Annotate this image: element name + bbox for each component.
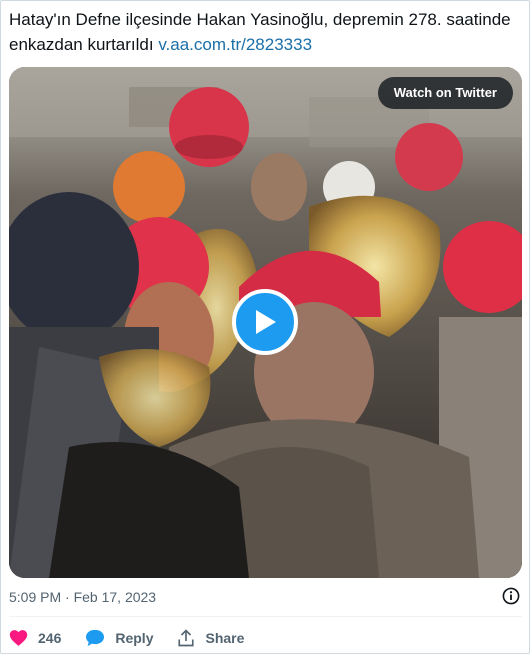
tweet-actions: 246 Reply Share — [9, 627, 268, 649]
info-icon[interactable] — [502, 587, 520, 605]
share-button[interactable]: Share — [177, 629, 244, 647]
play-button[interactable] — [232, 289, 298, 355]
watch-on-twitter-button[interactable]: Watch on Twitter — [377, 77, 513, 109]
reply-label: Reply — [115, 630, 154, 646]
tweet-link[interactable]: v.aa.com.tr/2823333 — [158, 35, 312, 54]
divider — [9, 616, 522, 617]
like-button[interactable]: 246 — [9, 629, 61, 647]
play-icon — [256, 310, 276, 334]
reply-bubble-icon — [86, 629, 105, 647]
tweet-timestamp[interactable]: 5:09 PM · Feb 17, 2023 — [9, 589, 156, 605]
share-label: Share — [205, 630, 245, 646]
like-count: 246 — [38, 630, 62, 646]
video-player[interactable]: Watch on Twitter — [9, 67, 522, 578]
tweet-card: Hatay'ın Defne ilçesinde Hakan Yasinoğlu… — [0, 0, 530, 654]
share-icon — [178, 629, 195, 647]
heart-icon — [9, 630, 28, 646]
reply-button[interactable]: Reply — [85, 629, 153, 647]
tweet-text: Hatay'ın Defne ilçesinde Hakan Yasinoğlu… — [9, 7, 524, 57]
